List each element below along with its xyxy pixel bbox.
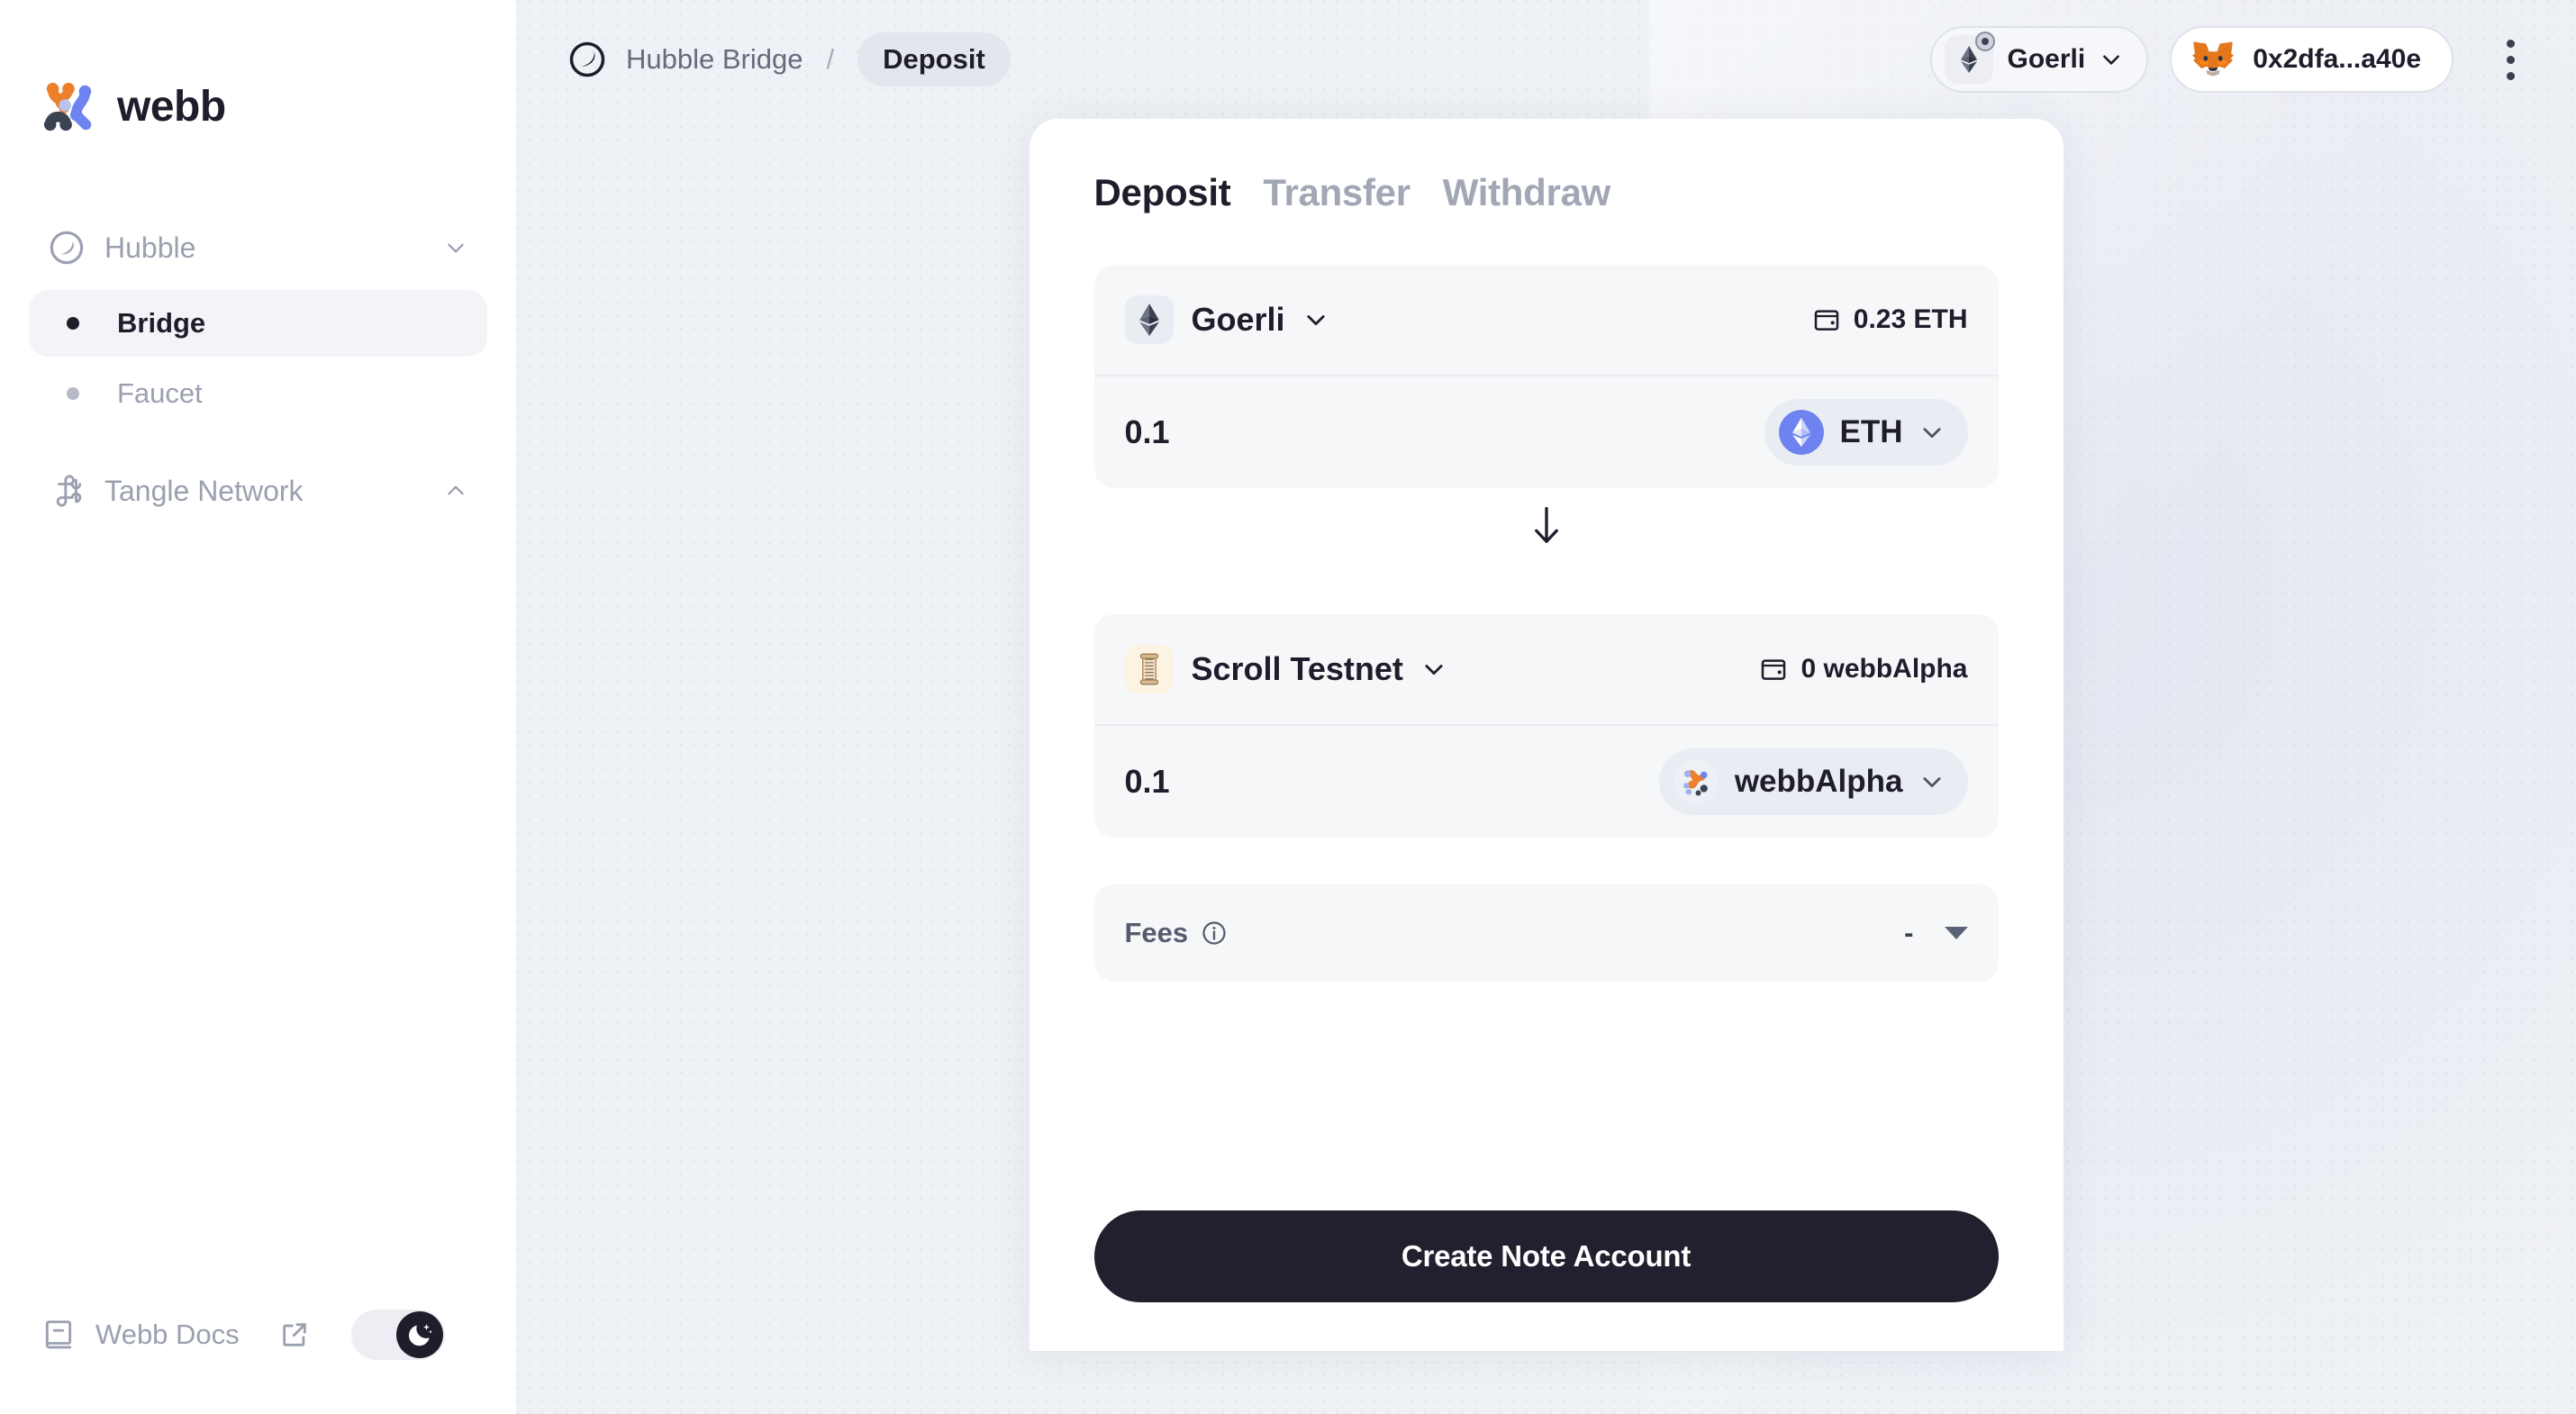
tab-deposit[interactable]: Deposit (1094, 171, 1231, 214)
bridge-card: Deposit Transfer Withdraw Goerli 0.23 ET… (1029, 119, 2064, 1351)
breadcrumb-current[interactable]: Deposit (857, 32, 1011, 86)
account-address: 0x2dfa...a40e (2253, 44, 2421, 74)
external-link-icon[interactable] (240, 1319, 310, 1350)
ethereum-token-icon (1778, 410, 1824, 455)
source-balance: 0.23 ETH (1812, 304, 1968, 335)
webb-docs-label: Webb Docs (95, 1319, 240, 1350)
destination-balance-text: 0 webbAlpha (1800, 654, 1968, 684)
create-note-account-button[interactable]: Create Note Account (1093, 1210, 1999, 1302)
chevron-down-icon (2100, 48, 2123, 71)
sidebar-group-label: Tangle Network (104, 474, 304, 507)
tangle-loop-icon (49, 473, 85, 509)
sidebar-group-hubble[interactable]: Hubble (29, 220, 487, 276)
metamask-fox-icon (2191, 40, 2235, 79)
sidebar-group-tangle-network[interactable]: Tangle Network (29, 463, 487, 519)
chevron-up-icon[interactable] (444, 479, 467, 503)
info-icon[interactable] (1188, 920, 1228, 947)
destination-amount-input[interactable]: 0.1 (1125, 763, 1170, 801)
fees-value-group: - (1904, 917, 1968, 949)
caret-down-icon[interactable] (1944, 927, 1968, 939)
direction-arrow (1094, 488, 1999, 564)
network-status-badge (1974, 32, 1995, 51)
sidebar-item-label: Faucet (117, 377, 203, 409)
source-amount-input[interactable]: 0.1 (1125, 413, 1170, 451)
sidebar: webb Hubble Bridge Faucet Tangle Network… (0, 0, 516, 1414)
source-chain-selector[interactable]: Goerli (1124, 295, 1329, 344)
bullet-icon (67, 317, 79, 330)
sidebar-group-label: Hubble (104, 231, 196, 264)
destination-amount-row: 0.1 webbAlpha (1094, 726, 1999, 838)
source-token-selector[interactable]: ETH (1764, 399, 1968, 466)
book-icon (41, 1318, 76, 1352)
webb-token-icon (1673, 759, 1719, 804)
destination-chain-row: Scroll Testnet 0 webbAlpha (1093, 614, 1999, 726)
destination-token-selector[interactable]: webbAlpha (1658, 748, 1968, 815)
chevron-down-icon (1303, 307, 1329, 332)
chain-selector-button[interactable]: Goerli (1929, 26, 2149, 93)
kebab-menu-icon[interactable] (2484, 28, 2536, 91)
main-content: Hubble Bridge / Deposit Goerli 0x2dfa...… (516, 0, 2576, 1414)
topbar: Hubble Bridge / Deposit Goerli 0x2dfa...… (516, 0, 2576, 119)
destination-chain-name: Scroll Testnet (1191, 650, 1403, 687)
chevron-down-icon (1919, 769, 1945, 794)
bridge-tabs: Deposit Transfer Withdraw (1094, 171, 1999, 214)
webb-docs-link[interactable]: Webb Docs (41, 1318, 240, 1352)
source-chain-row: Goerli 0.23 ETH (1093, 265, 1999, 376)
fees-row[interactable]: Fees - (1093, 884, 1999, 982)
breadcrumb-separator: / (826, 43, 835, 75)
breadcrumb-root[interactable]: Hubble Bridge (626, 43, 803, 76)
source-amount-row: 0.1 ETH (1094, 376, 1999, 488)
ethereum-icon (1944, 32, 1995, 84)
bullet-icon (67, 387, 79, 400)
destination-token-name: webbAlpha (1734, 764, 1903, 799)
sidebar-sub-hubble: Bridge Faucet (29, 290, 487, 427)
theme-toggle[interactable] (350, 1310, 445, 1360)
sidebar-item-bridge[interactable]: Bridge (29, 290, 487, 357)
hubble-circle-icon (49, 230, 85, 266)
chevron-down-icon[interactable] (444, 236, 467, 259)
source-balance-text: 0.23 ETH (1853, 304, 1968, 334)
destination-balance: 0 webbAlpha (1759, 654, 1968, 684)
hubble-circle-icon (568, 41, 626, 78)
brand-name: webb (117, 83, 226, 131)
moon-stars-icon (395, 1311, 443, 1358)
topbar-actions: Goerli 0x2dfa...a40e (1929, 26, 2537, 93)
source-token-name: ETH (1839, 414, 1903, 449)
app-root: webb Hubble Bridge Faucet Tangle Network… (0, 0, 2576, 1414)
destination-panel: Scroll Testnet 0 webbAlpha 0.1 webbAlpha (1093, 614, 1999, 838)
wallet-icon (1812, 305, 1841, 334)
tab-transfer[interactable]: Transfer (1263, 171, 1410, 214)
chain-selector-label: Goerli (2007, 44, 2086, 74)
sidebar-nav: Hubble Bridge Faucet Tangle Network (0, 220, 516, 519)
sidebar-item-label: Bridge (117, 307, 206, 339)
fees-value: - (1904, 917, 1914, 948)
destination-chain-selector[interactable]: Scroll Testnet (1124, 645, 1447, 693)
webb-logo-icon (41, 79, 97, 135)
chevron-down-icon (1919, 420, 1945, 445)
source-panel: Goerli 0.23 ETH 0.1 ETH (1093, 265, 1999, 488)
fees-label: Fees (1124, 917, 1189, 948)
bridge-card-wrapper: Deposit Transfer Withdraw Goerli 0.23 ET… (516, 119, 2576, 1351)
ethereum-icon (1124, 295, 1174, 344)
arrow-down-icon (1530, 505, 1563, 547)
scroll-icon (1124, 645, 1174, 693)
brand-logo[interactable]: webb (0, 0, 516, 135)
breadcrumb: Hubble Bridge / Deposit (568, 32, 1011, 86)
tab-withdraw[interactable]: Withdraw (1443, 171, 1611, 214)
source-chain-name: Goerli (1191, 301, 1285, 338)
sidebar-footer: Webb Docs (0, 1310, 516, 1414)
wallet-icon (1759, 655, 1788, 684)
account-button[interactable]: 0x2dfa...a40e (2170, 26, 2454, 93)
chevron-down-icon (1421, 657, 1447, 682)
sidebar-item-faucet[interactable]: Faucet (29, 360, 487, 427)
